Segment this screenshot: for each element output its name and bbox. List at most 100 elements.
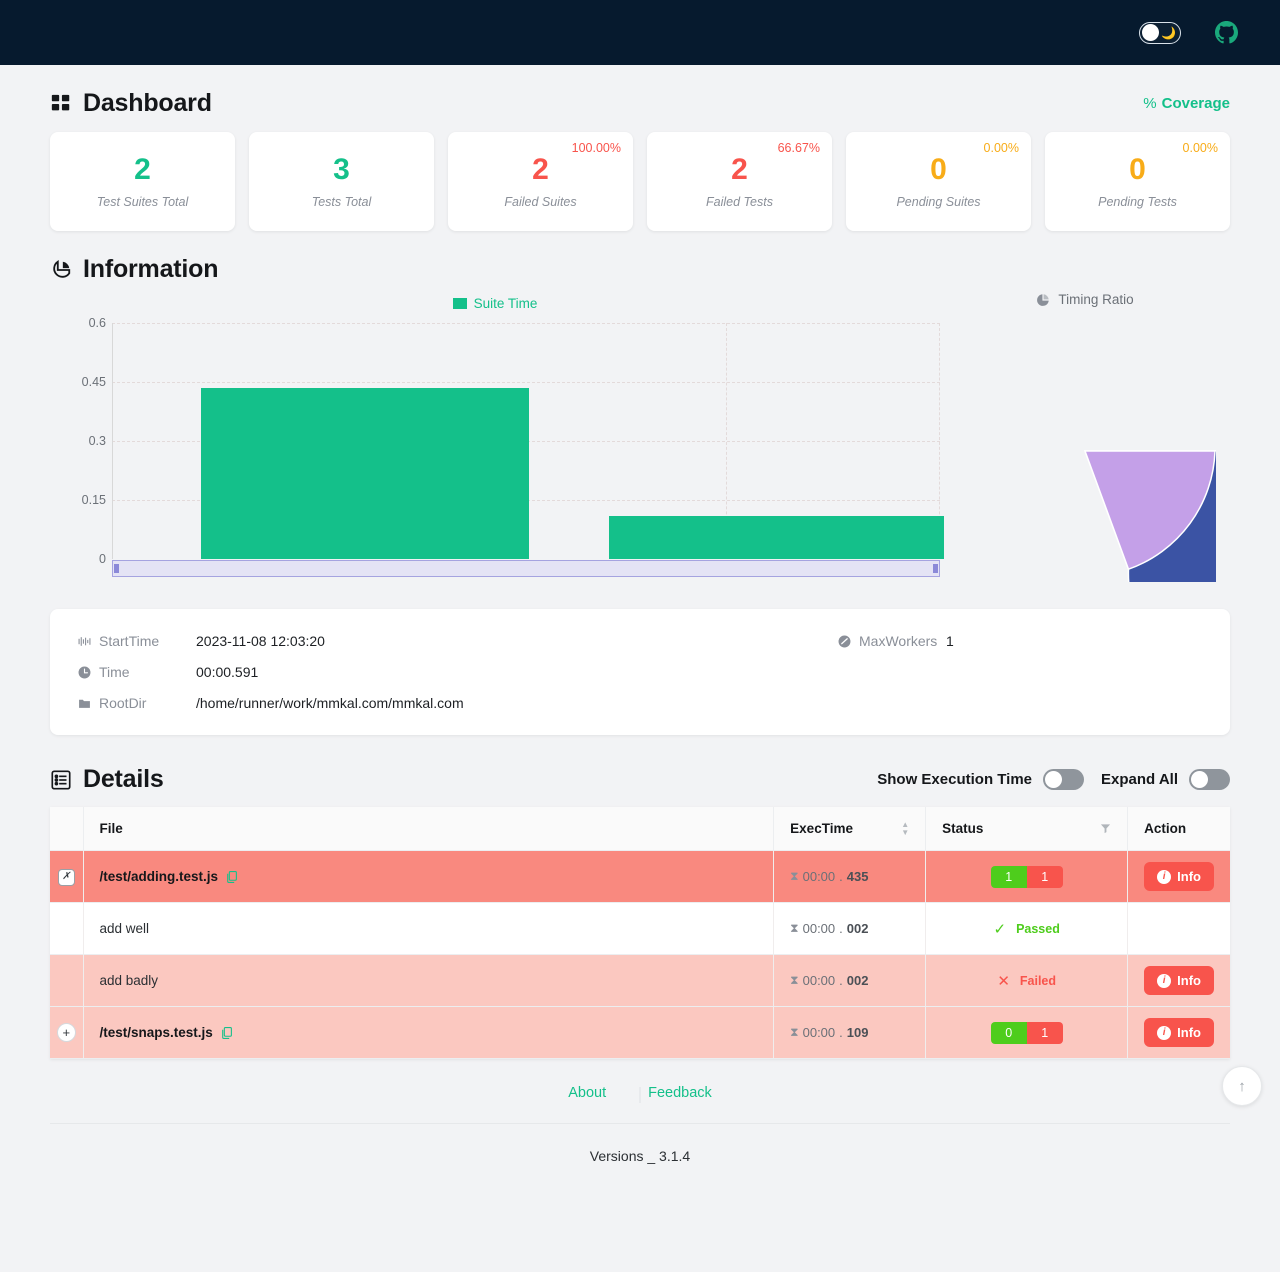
y-axis-tick: 0.45 bbox=[50, 375, 106, 389]
github-icon[interactable] bbox=[1215, 21, 1238, 44]
pie-chart-title: Timing Ratio bbox=[1036, 292, 1133, 307]
column-file[interactable]: File bbox=[83, 807, 774, 851]
column-expand bbox=[50, 807, 83, 851]
failed-count-badge[interactable]: 1 bbox=[1027, 1022, 1063, 1044]
stat-card-label: Test Suites Total bbox=[97, 195, 189, 209]
moon-icon: 🌙 bbox=[1161, 27, 1176, 39]
stat-card-label: Failed Suites bbox=[504, 195, 576, 209]
stat-card[interactable]: 100.00% 2 Failed Suites bbox=[448, 132, 633, 231]
exec-time-ms: 109 bbox=[847, 1025, 869, 1040]
pie-chart-icon bbox=[50, 259, 72, 281]
expand-cell[interactable]: + bbox=[50, 1007, 83, 1059]
failed-count-badge[interactable]: 1 bbox=[1027, 866, 1063, 888]
exectime-cell: ⧗ 00:00.109 bbox=[774, 1007, 926, 1059]
information-title-text: Information bbox=[83, 255, 218, 284]
chart-scrollbar-thumb-right[interactable] bbox=[933, 564, 938, 573]
information-title: Information bbox=[50, 255, 218, 284]
action-cell: i Info bbox=[1128, 851, 1230, 903]
test-name: add badly bbox=[100, 973, 159, 988]
percent-icon: % bbox=[1143, 95, 1156, 112]
info-value-starttime: 2023-11-08 12:03:20 bbox=[196, 633, 325, 649]
action-cell: i Info bbox=[1128, 1007, 1230, 1059]
stat-card[interactable]: 66.67% 2 Failed Tests bbox=[647, 132, 832, 231]
stat-card[interactable]: 2 Test Suites Total bbox=[50, 132, 235, 231]
info-button[interactable]: i Info bbox=[1144, 966, 1214, 995]
chart-scrollbar[interactable] bbox=[112, 560, 940, 577]
copy-icon[interactable] bbox=[220, 1026, 233, 1040]
hourglass-icon: ⧗ bbox=[790, 1025, 798, 1040]
footer-divider bbox=[640, 1087, 641, 1103]
status-cell: 1 1 bbox=[926, 851, 1128, 903]
back-to-top-button[interactable]: ↑ bbox=[1222, 1066, 1262, 1106]
table-row[interactable]: add well ⧗ 00:00.002 ✓ Passed bbox=[50, 903, 1230, 955]
bar-adding-test[interactable] bbox=[201, 388, 529, 559]
information-panel: StartTime 2023-11-08 12:03:20 Time 00:00… bbox=[50, 609, 1230, 735]
exectime-cell: ⧗ 00:00.435 bbox=[774, 851, 926, 903]
copy-icon[interactable] bbox=[225, 870, 238, 884]
info-key: StartTime bbox=[78, 633, 196, 649]
filter-icon[interactable] bbox=[1100, 823, 1111, 834]
bar-chart-legend[interactable]: Suite Time bbox=[50, 296, 940, 311]
check-icon: ✓ bbox=[993, 920, 1006, 938]
passed-count-badge[interactable]: 0 bbox=[991, 1022, 1027, 1044]
file-cell: add well bbox=[83, 903, 774, 955]
info-key-label: MaxWorkers bbox=[859, 633, 937, 649]
sort-icon[interactable]: ▲▼ bbox=[901, 822, 909, 836]
expand-cell[interactable]: ✗ bbox=[50, 851, 83, 903]
table-row[interactable]: ✗ /test/adding.test.js bbox=[50, 851, 1230, 903]
legend-label: Suite Time bbox=[474, 296, 538, 311]
info-row-starttime: StartTime 2023-11-08 12:03:20 bbox=[78, 633, 838, 649]
info-button[interactable]: i Info bbox=[1144, 862, 1214, 891]
pie-chart-svg[interactable] bbox=[954, 320, 1216, 582]
info-key-label: StartTime bbox=[99, 633, 159, 649]
info-icon: i bbox=[1157, 1026, 1171, 1040]
stat-card[interactable]: 0.00% 0 Pending Suites bbox=[846, 132, 1031, 231]
stat-card-pct: 0.00% bbox=[1183, 141, 1218, 155]
stat-card[interactable]: 3 Tests Total bbox=[249, 132, 434, 231]
show-execution-time-switch[interactable] bbox=[1043, 769, 1084, 790]
coverage-label: Coverage bbox=[1162, 95, 1230, 112]
about-link[interactable]: About bbox=[568, 1085, 606, 1101]
column-exectime[interactable]: ExecTime ▲▼ bbox=[774, 807, 926, 851]
stat-cards: 2 Test Suites Total 3 Tests Total 100.00… bbox=[50, 132, 1230, 231]
passed-count-badge[interactable]: 1 bbox=[991, 866, 1027, 888]
details-title: Details bbox=[50, 765, 164, 794]
expand-all-switch[interactable] bbox=[1189, 769, 1230, 790]
column-status[interactable]: Status bbox=[926, 807, 1128, 851]
stat-card-value: 0 bbox=[1129, 154, 1146, 186]
show-execution-time-group: Show Execution Time bbox=[877, 769, 1084, 790]
information-header: Information bbox=[50, 255, 1230, 284]
stat-card-label: Failed Tests bbox=[706, 195, 773, 209]
table-row[interactable]: + /test/snaps.test.js bbox=[50, 1007, 1230, 1059]
collapse-icon[interactable]: ✗ bbox=[58, 869, 75, 886]
stat-card-label: Pending Suites bbox=[896, 195, 980, 209]
info-button[interactable]: i Info bbox=[1144, 1018, 1214, 1047]
info-value-time: 00:00.591 bbox=[196, 664, 258, 680]
theme-toggle[interactable]: 🌙 bbox=[1139, 22, 1181, 44]
status-label: Failed bbox=[1020, 974, 1056, 988]
expand-icon[interactable]: + bbox=[57, 1023, 76, 1042]
stat-card[interactable]: 0.00% 0 Pending Tests bbox=[1045, 132, 1230, 231]
expand-cell bbox=[50, 955, 83, 1007]
stat-card-label: Tests Total bbox=[312, 195, 372, 209]
exec-time-main: 00:00 bbox=[803, 1025, 836, 1040]
coverage-link[interactable]: % Coverage bbox=[1143, 95, 1230, 112]
feedback-link[interactable]: Feedback bbox=[648, 1085, 712, 1101]
chart-scrollbar-thumb-left[interactable] bbox=[114, 564, 119, 573]
arrow-up-icon: ↑ bbox=[1238, 1078, 1246, 1095]
bar-snaps-test[interactable] bbox=[609, 516, 944, 559]
exectime-cell: ⧗ 00:00.002 bbox=[774, 955, 926, 1007]
switch-knob bbox=[1045, 771, 1062, 788]
suite-time-bar-chart: Suite Time 0 0.15 0.3 0.45 0.6 bbox=[50, 284, 940, 559]
table-row[interactable]: add badly ⧗ 00:00.002 ✕ Failed bbox=[50, 955, 1230, 1007]
info-value-rootdir: /home/runner/work/mmkal.com/mmkal.com bbox=[196, 695, 464, 711]
expand-cell bbox=[50, 903, 83, 955]
stat-card-value: 0 bbox=[930, 154, 947, 186]
info-button-label: Info bbox=[1177, 869, 1201, 884]
file-cell: /test/adding.test.js bbox=[83, 851, 774, 903]
details-toggles: Show Execution Time Expand All bbox=[877, 769, 1230, 790]
bar-chart-plot: 0 0.15 0.3 0.45 0.6 bbox=[50, 323, 940, 559]
file-cell: /test/snaps.test.js bbox=[83, 1007, 774, 1059]
action-cell bbox=[1128, 903, 1230, 955]
stat-card-value: 2 bbox=[731, 154, 748, 186]
